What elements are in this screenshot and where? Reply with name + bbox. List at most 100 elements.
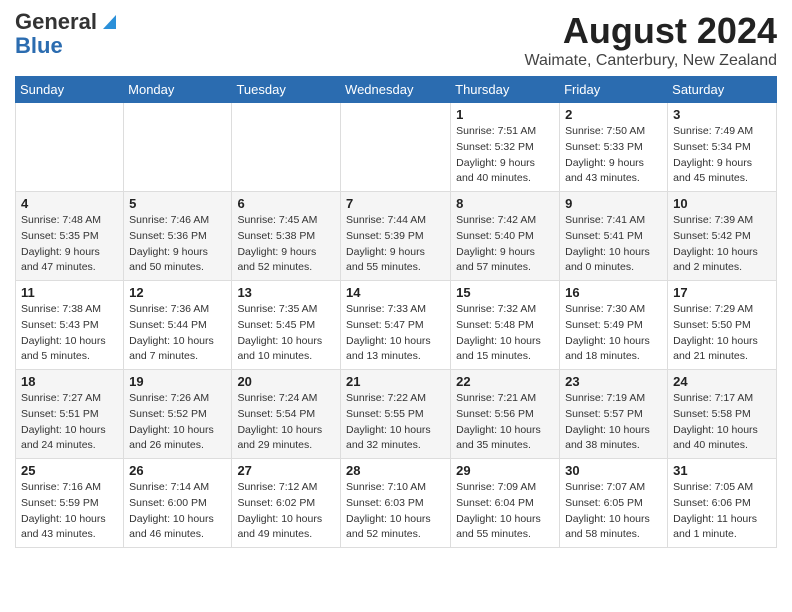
day-info: Sunrise: 7:16 AMSunset: 5:59 PMDaylight:…: [21, 480, 118, 543]
calendar-cell: 20Sunrise: 7:24 AMSunset: 5:54 PMDayligh…: [232, 370, 341, 459]
weekday-header-tuesday: Tuesday: [232, 77, 341, 103]
day-number: 25: [21, 463, 118, 478]
day-info: Sunrise: 7:46 AMSunset: 5:36 PMDaylight:…: [129, 213, 226, 276]
week-row-2: 4 Sunrise: 7:48 AMSunset: 5:35 PMDaylight…: [16, 192, 777, 281]
calendar-cell: 9 Sunrise: 7:41 AMSunset: 5:41 PMDaylight…: [560, 192, 668, 281]
day-info: Sunrise: 7:07 AMSunset: 6:05 PMDaylight:…: [565, 480, 662, 543]
day-info: Sunrise: 7:41 AMSunset: 5:41 PMDaylight:…: [565, 213, 662, 276]
day-info: Sunrise: 7:26 AMSunset: 5:52 PMDaylight:…: [129, 391, 226, 454]
calendar-cell: 21 Sunrise: 7:22 AMSunset: 5:55 PMDayligh…: [341, 370, 451, 459]
calendar-cell: 26Sunrise: 7:14 AMSunset: 6:00 PMDayligh…: [124, 459, 232, 548]
weekday-header-row: SundayMondayTuesdayWednesdayThursdayFrid…: [16, 77, 777, 103]
calendar-cell: 28 Sunrise: 7:10 AMSunset: 6:03 PMDayligh…: [341, 459, 451, 548]
calendar-cell: 10Sunrise: 7:39 AMSunset: 5:42 PMDayligh…: [668, 192, 777, 281]
calendar-cell: 22 Sunrise: 7:21 AMSunset: 5:56 PMDayligh…: [451, 370, 560, 459]
day-number: 21: [346, 374, 445, 389]
day-info: Sunrise: 7:05 AMSunset: 6:06 PMDaylight:…: [673, 480, 771, 543]
day-number: 15: [456, 285, 554, 300]
calendar-body: 1 Sunrise: 7:51 AMSunset: 5:32 PMDaylight…: [16, 103, 777, 548]
weekday-header-friday: Friday: [560, 77, 668, 103]
day-number: 12: [129, 285, 226, 300]
day-info: Sunrise: 7:17 AMSunset: 5:58 PMDaylight:…: [673, 391, 771, 454]
calendar-cell: 30 Sunrise: 7:07 AMSunset: 6:05 PMDayligh…: [560, 459, 668, 548]
month-title: August 2024: [524, 10, 777, 52]
day-number: 27: [237, 463, 335, 478]
day-number: 19: [129, 374, 226, 389]
day-number: 9: [565, 196, 662, 211]
calendar-cell: 6Sunrise: 7:45 AMSunset: 5:38 PMDaylight…: [232, 192, 341, 281]
calendar-cell: 2Sunrise: 7:50 AMSunset: 5:33 PMDaylight…: [560, 103, 668, 192]
day-info: Sunrise: 7:30 AMSunset: 5:49 PMDaylight:…: [565, 302, 662, 365]
calendar-cell: [16, 103, 124, 192]
day-info: Sunrise: 7:09 AMSunset: 6:04 PMDaylight:…: [456, 480, 554, 543]
day-info: Sunrise: 7:10 AMSunset: 6:03 PMDaylight:…: [346, 480, 445, 543]
day-info: Sunrise: 7:35 AMSunset: 5:45 PMDaylight:…: [237, 302, 335, 365]
logo-blue: Blue: [15, 34, 63, 58]
calendar-cell: 14Sunrise: 7:33 AMSunset: 5:47 PMDayligh…: [341, 281, 451, 370]
calendar-cell: 12Sunrise: 7:36 AMSunset: 5:44 PMDayligh…: [124, 281, 232, 370]
day-info: Sunrise: 7:29 AMSunset: 5:50 PMDaylight:…: [673, 302, 771, 365]
week-row-1: 1 Sunrise: 7:51 AMSunset: 5:32 PMDaylight…: [16, 103, 777, 192]
weekday-header-sunday: Sunday: [16, 77, 124, 103]
day-info: Sunrise: 7:51 AMSunset: 5:32 PMDaylight:…: [456, 124, 554, 187]
day-number: 16: [565, 285, 662, 300]
logo-triangle-icon: [98, 13, 116, 31]
calendar-cell: 31 Sunrise: 7:05 AMSunset: 6:06 PMDayligh…: [668, 459, 777, 548]
calendar-table: SundayMondayTuesdayWednesdayThursdayFrid…: [15, 76, 777, 548]
day-info: Sunrise: 7:21 AMSunset: 5:56 PMDaylight:…: [456, 391, 554, 454]
calendar-cell: 5Sunrise: 7:46 AMSunset: 5:36 PMDaylight…: [124, 192, 232, 281]
day-number: 24: [673, 374, 771, 389]
day-info: Sunrise: 7:14 AMSunset: 6:00 PMDaylight:…: [129, 480, 226, 543]
day-number: 14: [346, 285, 445, 300]
logo: General Blue: [15, 10, 116, 58]
day-info: Sunrise: 7:48 AMSunset: 5:35 PMDaylight:…: [21, 213, 118, 276]
day-info: Sunrise: 7:22 AMSunset: 5:55 PMDaylight:…: [346, 391, 445, 454]
day-info: Sunrise: 7:38 AMSunset: 5:43 PMDaylight:…: [21, 302, 118, 365]
day-info: Sunrise: 7:44 AMSunset: 5:39 PMDaylight:…: [346, 213, 445, 276]
day-info: Sunrise: 7:45 AMSunset: 5:38 PMDaylight:…: [237, 213, 335, 276]
day-number: 7: [346, 196, 445, 211]
day-info: Sunrise: 7:49 AMSunset: 5:34 PMDaylight:…: [673, 124, 771, 187]
day-number: 22: [456, 374, 554, 389]
day-number: 30: [565, 463, 662, 478]
weekday-header-wednesday: Wednesday: [341, 77, 451, 103]
day-number: 10: [673, 196, 771, 211]
day-number: 18: [21, 374, 118, 389]
calendar-cell: 27 Sunrise: 7:12 AMSunset: 6:02 PMDayligh…: [232, 459, 341, 548]
logo-general: General: [15, 10, 97, 34]
calendar-cell: 19 Sunrise: 7:26 AMSunset: 5:52 PMDayligh…: [124, 370, 232, 459]
calendar-cell: 23Sunrise: 7:19 AMSunset: 5:57 PMDayligh…: [560, 370, 668, 459]
calendar-cell: 18 Sunrise: 7:27 AMSunset: 5:51 PMDayligh…: [16, 370, 124, 459]
calendar-cell: 7 Sunrise: 7:44 AMSunset: 5:39 PMDaylight…: [341, 192, 451, 281]
day-number: 1: [456, 107, 554, 122]
day-number: 3: [673, 107, 771, 122]
day-info: Sunrise: 7:19 AMSunset: 5:57 PMDaylight:…: [565, 391, 662, 454]
day-number: 31: [673, 463, 771, 478]
calendar-cell: [124, 103, 232, 192]
day-info: Sunrise: 7:32 AMSunset: 5:48 PMDaylight:…: [456, 302, 554, 365]
week-row-4: 18 Sunrise: 7:27 AMSunset: 5:51 PMDayligh…: [16, 370, 777, 459]
title-area: August 2024 Waimate, Canterbury, New Zea…: [524, 10, 777, 70]
location-title: Waimate, Canterbury, New Zealand: [524, 52, 777, 70]
day-number: 20: [237, 374, 335, 389]
day-info: Sunrise: 7:12 AMSunset: 6:02 PMDaylight:…: [237, 480, 335, 543]
weekday-header-saturday: Saturday: [668, 77, 777, 103]
day-number: 29: [456, 463, 554, 478]
day-number: 4: [21, 196, 118, 211]
day-info: Sunrise: 7:42 AMSunset: 5:40 PMDaylight:…: [456, 213, 554, 276]
calendar-cell: 15 Sunrise: 7:32 AMSunset: 5:48 PMDayligh…: [451, 281, 560, 370]
calendar-cell: 3 Sunrise: 7:49 AMSunset: 5:34 PMDaylight…: [668, 103, 777, 192]
day-number: 28: [346, 463, 445, 478]
day-info: Sunrise: 7:50 AMSunset: 5:33 PMDaylight:…: [565, 124, 662, 187]
calendar-cell: 29 Sunrise: 7:09 AMSunset: 6:04 PMDayligh…: [451, 459, 560, 548]
calendar-cell: 24 Sunrise: 7:17 AMSunset: 5:58 PMDayligh…: [668, 370, 777, 459]
weekday-header-monday: Monday: [124, 77, 232, 103]
calendar-cell: 25 Sunrise: 7:16 AMSunset: 5:59 PMDayligh…: [16, 459, 124, 548]
calendar-cell: 1 Sunrise: 7:51 AMSunset: 5:32 PMDaylight…: [451, 103, 560, 192]
weekday-header-thursday: Thursday: [451, 77, 560, 103]
week-row-5: 25 Sunrise: 7:16 AMSunset: 5:59 PMDayligh…: [16, 459, 777, 548]
day-info: Sunrise: 7:27 AMSunset: 5:51 PMDaylight:…: [21, 391, 118, 454]
calendar-cell: 8Sunrise: 7:42 AMSunset: 5:40 PMDaylight…: [451, 192, 560, 281]
calendar-cell: [232, 103, 341, 192]
calendar-cell: 4 Sunrise: 7:48 AMSunset: 5:35 PMDaylight…: [16, 192, 124, 281]
